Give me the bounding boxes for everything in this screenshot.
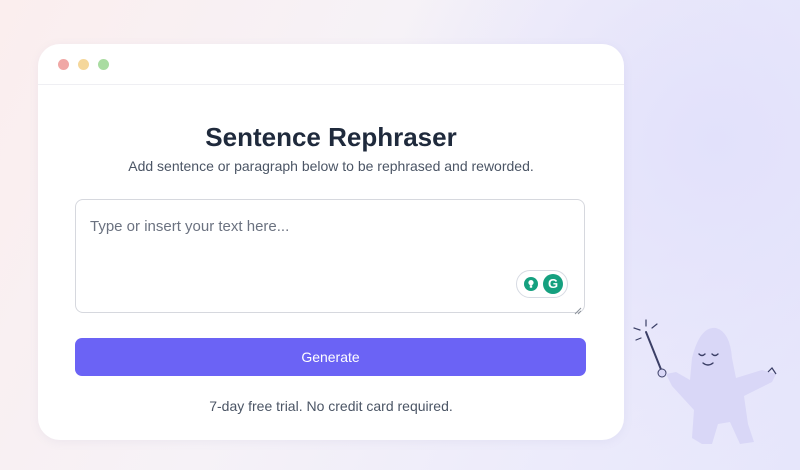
page-title: Sentence Rephraser [205,122,457,152]
maximize-dot-icon[interactable] [98,59,109,70]
app-window: Sentence Rephraser Add sentence or parag… [38,44,624,440]
close-dot-icon[interactable] [58,59,69,70]
mascot-illustration [632,318,800,448]
wand-icon [645,331,663,373]
trial-note: 7-day free trial. No credit card require… [209,398,453,414]
generate-button[interactable]: Generate [75,338,586,376]
page-subtitle: Add sentence or paragraph below to be re… [128,158,534,174]
sparkle-icon [633,319,658,341]
grammarly-widget[interactable]: G [516,270,568,298]
grammarly-g-icon[interactable]: G [543,274,563,294]
lightbulb-icon[interactable] [524,277,538,291]
minimize-dot-icon[interactable] [78,59,89,70]
text-input-placeholder: Type or insert your text here... [90,218,290,235]
window-titlebar [38,44,624,85]
text-input-area[interactable]: Type or insert your text here... G [75,199,585,315]
resize-handle-icon[interactable] [574,302,582,315]
